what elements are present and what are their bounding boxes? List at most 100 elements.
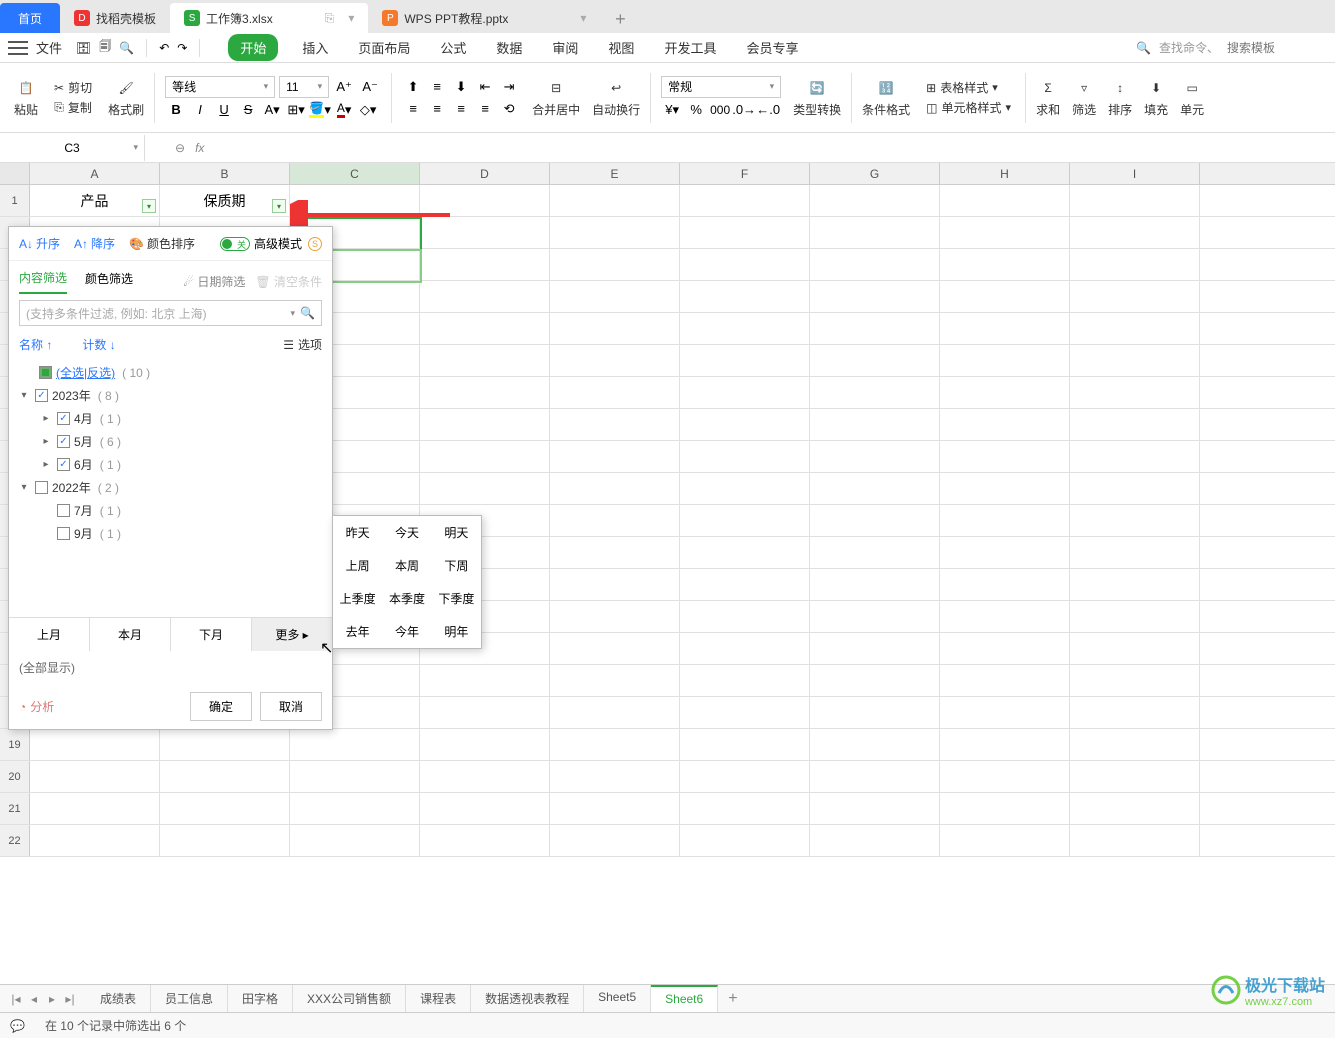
- select-all-row[interactable]: (全选|反选) ( 10 ): [17, 361, 324, 384]
- indent-dec-icon[interactable]: ⇤: [474, 77, 496, 97]
- cell[interactable]: [680, 409, 810, 440]
- cell[interactable]: [550, 537, 680, 568]
- cell[interactable]: [810, 409, 940, 440]
- cell[interactable]: [420, 281, 550, 312]
- cell[interactable]: [550, 185, 680, 216]
- name-box[interactable]: C3▾: [0, 135, 145, 161]
- redo-icon[interactable]: ↷: [177, 41, 187, 55]
- col-header-E[interactable]: E: [550, 163, 680, 184]
- cell[interactable]: [1070, 825, 1200, 856]
- ribbon-tab-view[interactable]: 视图: [602, 34, 640, 61]
- align-middle-icon[interactable]: ≡: [426, 77, 448, 97]
- command-search[interactable]: 🔍 查找命令、: [1136, 39, 1327, 56]
- inc-decimal-icon[interactable]: .0→: [733, 100, 755, 120]
- cell[interactable]: [420, 409, 550, 440]
- sheet-tab[interactable]: 课程表: [406, 985, 471, 1012]
- ribbon-tab-member[interactable]: 会员专享: [740, 34, 804, 61]
- save-icon[interactable]: 🗄: [76, 41, 91, 55]
- cell[interactable]: [550, 249, 680, 280]
- cell[interactable]: [420, 345, 550, 376]
- search-input[interactable]: [1227, 41, 1327, 55]
- cell[interactable]: [680, 665, 810, 696]
- expand-icon[interactable]: ▾: [17, 481, 31, 495]
- more-menu-item[interactable]: 上周: [333, 549, 382, 582]
- cell[interactable]: [420, 473, 550, 504]
- advanced-mode-toggle[interactable]: 高级模式 S: [220, 235, 322, 252]
- cell[interactable]: [1070, 793, 1200, 824]
- expand-icon[interactable]: ▸: [39, 458, 53, 472]
- cell[interactable]: [680, 313, 810, 344]
- bold-button[interactable]: B: [165, 100, 187, 120]
- tree-item[interactable]: ▾2022年( 2 ): [17, 476, 324, 499]
- merge-button[interactable]: ⊟ 合并居中: [526, 75, 586, 120]
- cell[interactable]: [680, 537, 810, 568]
- font-color-button[interactable]: A▾: [333, 100, 355, 120]
- cell[interactable]: [810, 313, 940, 344]
- cell[interactable]: [810, 825, 940, 856]
- cancel-button[interactable]: 取消: [260, 692, 322, 721]
- cell[interactable]: [1070, 281, 1200, 312]
- cell[interactable]: [680, 793, 810, 824]
- tree-item[interactable]: 9月( 1 ): [17, 522, 324, 545]
- copy-button[interactable]: ⎘复制: [50, 99, 96, 117]
- select-all-corner[interactable]: [0, 163, 30, 184]
- checkbox-icon[interactable]: [57, 435, 70, 448]
- cell[interactable]: [1070, 441, 1200, 472]
- align-center-icon[interactable]: ≡: [426, 99, 448, 119]
- tree-item[interactable]: 7月( 1 ): [17, 499, 324, 522]
- more-menu-item[interactable]: 昨天: [333, 516, 382, 549]
- cell[interactable]: [680, 281, 810, 312]
- comment-icon[interactable]: 💬: [10, 1019, 25, 1033]
- cell[interactable]: [290, 185, 420, 216]
- cell[interactable]: [550, 825, 680, 856]
- cell[interactable]: [160, 761, 290, 792]
- cell[interactable]: [680, 601, 810, 632]
- more-menu-item[interactable]: 今年: [382, 615, 431, 648]
- ribbon-tab-start[interactable]: 开始: [228, 34, 278, 61]
- cell[interactable]: [940, 601, 1070, 632]
- expand-icon[interactable]: ▸: [39, 435, 53, 449]
- more-menu-item[interactable]: 明年: [432, 615, 481, 648]
- sheet-tab[interactable]: 成绩表: [86, 985, 151, 1012]
- cell[interactable]: [810, 505, 940, 536]
- cell[interactable]: [940, 313, 1070, 344]
- undo-icon[interactable]: ↶: [159, 41, 169, 55]
- cell[interactable]: [940, 185, 1070, 216]
- fill-button[interactable]: ⬇填充: [1138, 75, 1174, 120]
- cell[interactable]: [30, 761, 160, 792]
- date-filter-button[interactable]: ☄ 日期筛选: [183, 273, 245, 290]
- tab-ppt[interactable]: P WPS PPT教程.pptx ▾: [368, 3, 600, 33]
- currency-icon[interactable]: ¥▾: [661, 100, 683, 120]
- name-sort-header[interactable]: 名称 ↑: [19, 336, 52, 353]
- cell[interactable]: [550, 633, 680, 664]
- font-size-select[interactable]: 11▾: [279, 76, 329, 98]
- cell[interactable]: [940, 793, 1070, 824]
- cell[interactable]: [940, 505, 1070, 536]
- sort-button[interactable]: ↕排序: [1102, 75, 1138, 120]
- sheet-tab[interactable]: 田字格: [228, 985, 293, 1012]
- cell[interactable]: [290, 825, 420, 856]
- number-format-select[interactable]: 常规▾: [661, 76, 781, 98]
- italic-button[interactable]: I: [189, 100, 211, 120]
- quick-next-month[interactable]: 下月: [171, 618, 252, 651]
- cell[interactable]: [1070, 601, 1200, 632]
- quick-this-month[interactable]: 本月: [90, 618, 171, 651]
- cell[interactable]: [810, 569, 940, 600]
- cell[interactable]: [810, 473, 940, 504]
- tree-item[interactable]: ▾2023年( 8 ): [17, 384, 324, 407]
- border-button[interactable]: ⊞▾: [285, 100, 307, 120]
- cell[interactable]: [1070, 761, 1200, 792]
- cell[interactable]: [1070, 313, 1200, 344]
- analyze-button[interactable]: ◔分析: [19, 698, 54, 715]
- expand-icon[interactable]: [39, 504, 53, 518]
- cell[interactable]: [1070, 729, 1200, 760]
- cell[interactable]: [1070, 569, 1200, 600]
- cell[interactable]: [290, 793, 420, 824]
- tab-home[interactable]: 首页: [0, 3, 60, 33]
- cell[interactable]: [1070, 345, 1200, 376]
- checkbox-mixed-icon[interactable]: [39, 366, 52, 379]
- cell[interactable]: [30, 729, 160, 760]
- cell[interactable]: 产品▾: [30, 185, 160, 216]
- cell[interactable]: [550, 441, 680, 472]
- fill-color-button[interactable]: 🪣▾: [309, 100, 331, 120]
